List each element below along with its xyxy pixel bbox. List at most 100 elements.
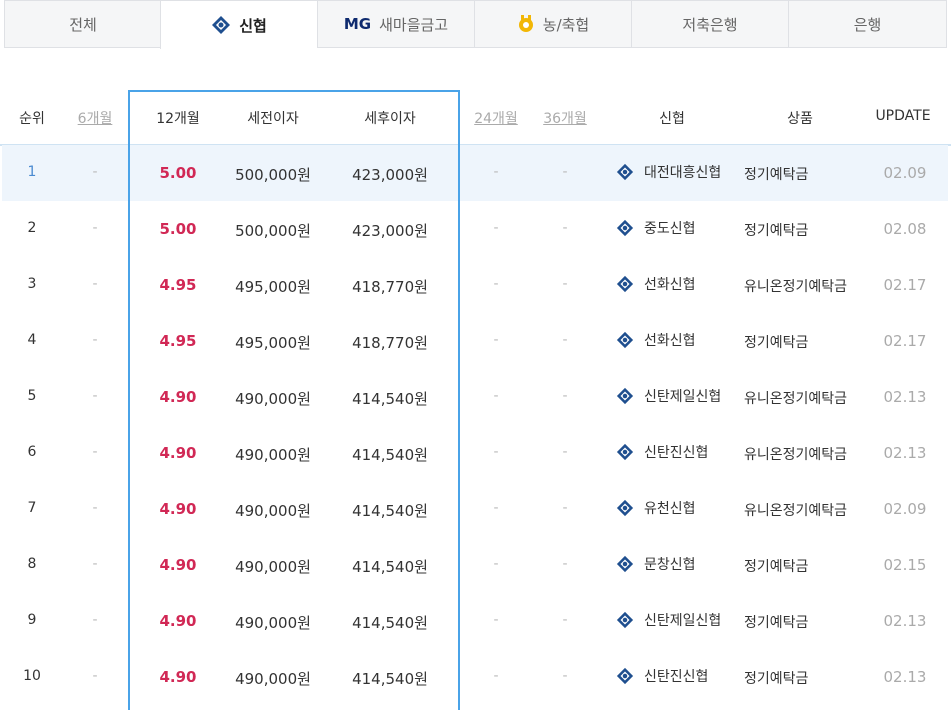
- bank-name[interactable]: 유천신협: [616, 498, 746, 518]
- table-row[interactable]: 6 - 4.90 490,000원 414,540원 - - 신탄진신협 유니온정기예탁금 02.…: [2, 425, 948, 481]
- product-name[interactable]: 유니온정기예탁금: [744, 500, 874, 520]
- product-name[interactable]: 정기예탁금: [744, 220, 874, 240]
- table-row[interactable]: 10 - 4.90 490,000원 414,540원 - - 신탄진신협 정기예탁금 02.13: [2, 649, 948, 705]
- product-name[interactable]: 유니온정기예탁금: [744, 444, 874, 464]
- shinhyup-logo-icon: [616, 275, 634, 293]
- rate-6m: -: [92, 164, 98, 180]
- tab-savings-bank-label: 저축은행: [682, 15, 738, 34]
- tab-bank[interactable]: 은행: [788, 0, 947, 48]
- rank: 10: [23, 668, 41, 684]
- col-product: 상품: [787, 111, 813, 127]
- posttax-interest: 414,540원: [352, 446, 428, 464]
- tab-saemaeul[interactable]: MG 새마을금고: [317, 0, 474, 48]
- tab-shinhyup-label: 신협: [239, 16, 267, 35]
- tab-bank-label: 은행: [853, 15, 882, 34]
- rate-36m: -: [562, 500, 568, 516]
- bank-name-label: 신탄진신협: [644, 669, 709, 685]
- tab-shinhyup[interactable]: 신협: [160, 0, 317, 49]
- pretax-interest: 490,000원: [235, 558, 311, 576]
- product-name[interactable]: 정기예탁금: [744, 332, 874, 352]
- bank-name[interactable]: 선화신협: [616, 330, 746, 350]
- col-36m[interactable]: 36개월: [537, 108, 593, 128]
- product-name[interactable]: 정기예탁금: [744, 612, 874, 632]
- pretax-interest: 500,000원: [235, 222, 311, 240]
- shinhyup-logo-icon: [616, 499, 634, 517]
- rate-24m: -: [493, 444, 499, 460]
- bank-name[interactable]: 대전대흥신협: [616, 162, 746, 182]
- rate-12m: 4.95: [159, 276, 197, 294]
- bank-name[interactable]: 중도신협: [616, 218, 746, 238]
- bank-name-label: 대전대흥신협: [644, 165, 722, 181]
- col-12m[interactable]: 12개월: [145, 108, 211, 128]
- bank-name[interactable]: 선화신협: [616, 274, 746, 294]
- product-name[interactable]: 정기예탁금: [744, 164, 874, 184]
- rate-36m: -: [562, 612, 568, 628]
- posttax-interest: 414,540원: [352, 502, 428, 520]
- tab-nonghyup[interactable]: 농/축협: [474, 0, 631, 48]
- tab-all-label: 전체: [69, 15, 97, 34]
- rate-12m: 4.90: [159, 612, 197, 630]
- rank: 1: [27, 164, 37, 180]
- rate-36m: -: [562, 220, 568, 236]
- rate-36m: -: [562, 444, 568, 460]
- product-name[interactable]: 정기예탁금: [744, 668, 874, 688]
- table-row[interactable]: 1 - 5.00 500,000원 423,000원 - - 대전대흥신협 정기예탁금 02.09: [2, 145, 948, 201]
- col-6m[interactable]: 6개월: [70, 108, 120, 128]
- col-24m[interactable]: 24개월: [468, 108, 524, 128]
- rate-36m: -: [562, 388, 568, 404]
- table-row[interactable]: 4 - 4.95 495,000원 418,770원 - - 선화신협 정기예탁금 02.17: [2, 313, 948, 369]
- pretax-interest: 490,000원: [235, 446, 311, 464]
- rate-24m: -: [493, 332, 499, 348]
- pretax-interest: 500,000원: [235, 166, 311, 184]
- product-name[interactable]: 유니온정기예탁금: [744, 388, 874, 408]
- rate-36m: -: [562, 556, 568, 572]
- rank: 3: [27, 276, 37, 292]
- bank-name[interactable]: 신탄제일신협: [616, 610, 746, 630]
- pretax-interest: 495,000원: [235, 334, 311, 352]
- bank-name-label: 중도신협: [644, 221, 696, 237]
- rate-24m: -: [493, 500, 499, 516]
- product-name[interactable]: 유니온정기예탁금: [744, 276, 874, 296]
- bank-name[interactable]: 문창신협: [616, 554, 746, 574]
- update-date: 02.15: [883, 556, 927, 574]
- table-row[interactable]: 2 - 5.00 500,000원 423,000원 - - 중도신협 정기예탁금 02.08: [2, 201, 948, 257]
- posttax-interest: 414,540원: [352, 614, 428, 632]
- rate-6m: -: [92, 276, 98, 292]
- table-row[interactable]: 5 - 4.90 490,000원 414,540원 - - 신탄제일신협 유니온정기예탁금 02…: [2, 369, 948, 425]
- tab-nonghyup-label: 농/축협: [542, 15, 590, 34]
- rate-24m: -: [493, 164, 499, 180]
- rate-6m: -: [92, 500, 98, 516]
- shinhyup-logo-icon: [616, 555, 634, 573]
- rate-12m: 5.00: [159, 164, 197, 182]
- posttax-interest: 414,540원: [352, 390, 428, 408]
- table-row[interactable]: 3 - 4.95 495,000원 418,770원 - - 선화신협 유니온정기예탁금 02.1…: [2, 257, 948, 313]
- nonghyup-logo-icon: [517, 15, 535, 33]
- rate-6m: -: [92, 220, 98, 236]
- tab-savings-bank[interactable]: 저축은행: [631, 0, 788, 48]
- shinhyup-logo-icon: [616, 387, 634, 405]
- update-date: 02.13: [883, 388, 927, 406]
- shinhyup-logo-icon: [616, 667, 634, 685]
- update-date: 02.13: [883, 612, 927, 630]
- table-row[interactable]: 8 - 4.90 490,000원 414,540원 - - 문창신협 정기예탁금 02.15: [2, 537, 948, 593]
- bank-name[interactable]: 신탄진신협: [616, 442, 746, 462]
- bank-name[interactable]: 신탄제일신협: [616, 386, 746, 406]
- table-row[interactable]: 7 - 4.90 490,000원 414,540원 - - 유천신협 유니온정기예탁금 02.0…: [2, 481, 948, 537]
- rate-6m: -: [92, 332, 98, 348]
- bank-name-label: 선화신협: [644, 277, 696, 293]
- shinhyup-logo-icon: [616, 443, 634, 461]
- bank-name-label: 신탄제일신협: [644, 613, 722, 629]
- rate-36m: -: [562, 332, 568, 348]
- rate-12m: 5.00: [159, 220, 197, 238]
- posttax-interest: 418,770원: [352, 278, 428, 296]
- update-date: 02.13: [883, 444, 927, 462]
- table-row[interactable]: 9 - 4.90 490,000원 414,540원 - - 신탄제일신협 정기예탁금 02.13: [2, 593, 948, 649]
- rate-12m: 4.90: [159, 668, 197, 686]
- tab-all[interactable]: 전체: [4, 0, 161, 48]
- shinhyup-logo-icon: [616, 611, 634, 629]
- bank-name-label: 선화신협: [644, 333, 696, 349]
- bank-name[interactable]: 신탄진신협: [616, 666, 746, 686]
- col-posttax: 세후이자: [364, 111, 416, 127]
- rate-24m: -: [493, 612, 499, 628]
- product-name[interactable]: 정기예탁금: [744, 556, 874, 576]
